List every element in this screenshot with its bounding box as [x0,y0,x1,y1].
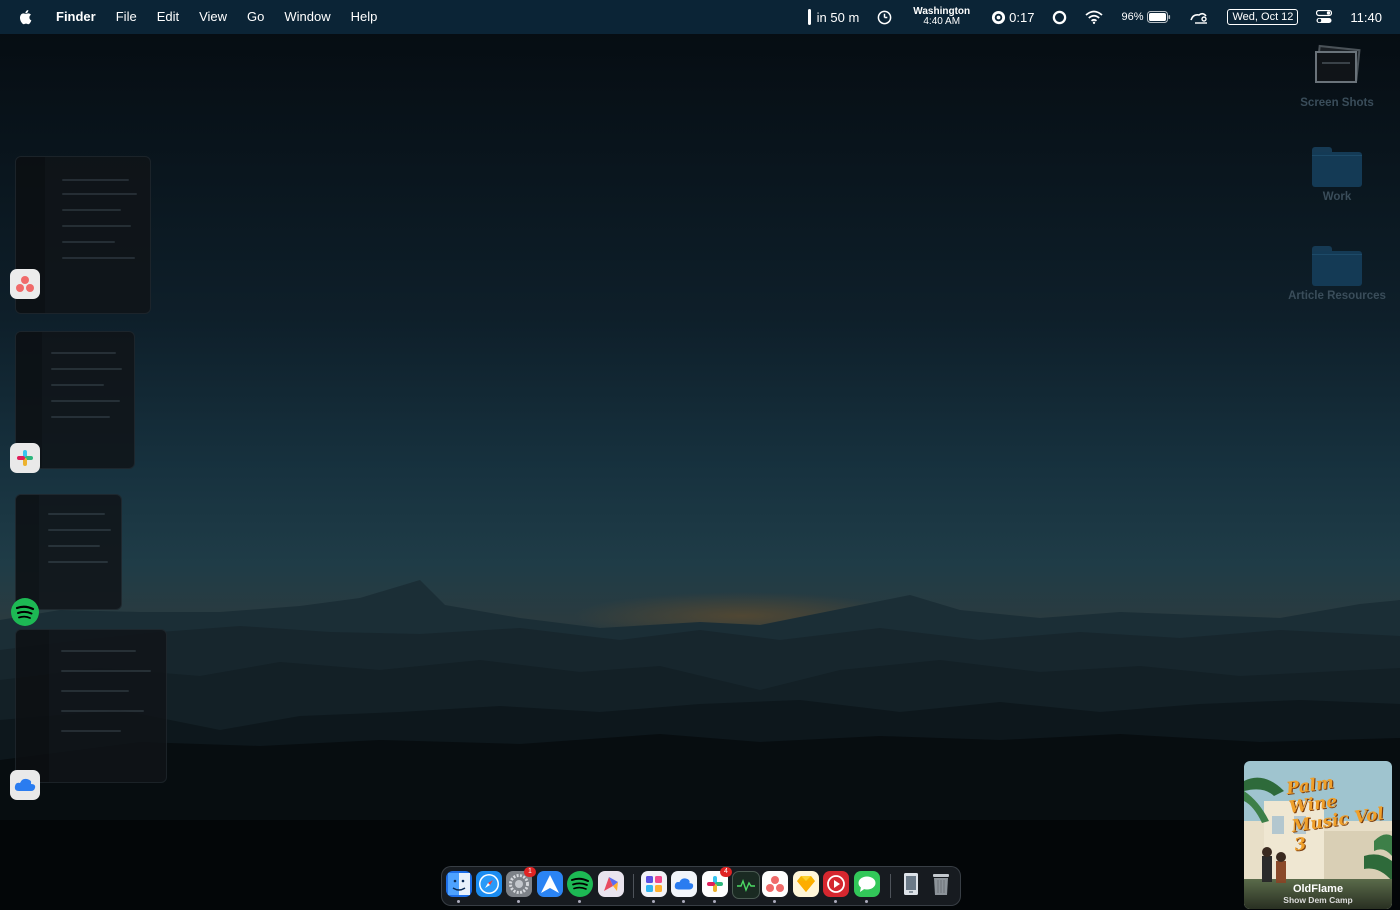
dock-spotify[interactable] [567,871,593,903]
dock-safari[interactable] [476,871,502,897]
desktop-icon-article-resources[interactable]: Article Resources [1282,246,1392,302]
weather-icon [1190,12,1208,24]
desktop-icon-label: Work [1322,191,1352,203]
desktop-wallpaper [0,0,1400,910]
menu-file[interactable]: File [106,0,147,34]
calendar-next-text: in 50 m [816,9,860,25]
finder-icon [448,873,470,895]
calendar-bar-icon [807,9,811,25]
window-thumbnail [15,494,122,610]
date-display[interactable]: Wed, Oct 12 [1227,9,1299,25]
clock-status[interactable] [877,10,892,25]
spotify-icon [571,877,589,890]
desktop-icon-screen-shots[interactable]: Screen Shots [1282,44,1392,109]
menu-window[interactable]: Window [274,0,340,34]
now-playing-widget[interactable]: Palm Wine Music Vol 3 OldFlame Show Dem … [1244,761,1392,909]
album-art-title: Palm Wine Music Vol 3 [1285,772,1386,856]
menu-edit[interactable]: Edit [147,0,189,34]
dock-slack[interactable]: 4 [702,867,732,903]
folder-icon [1312,147,1362,187]
menu-clock-time[interactable]: 11:40 [1350,10,1382,25]
activity-monitor-icon [737,878,755,892]
spotify-icon [10,597,40,627]
sketch-icon [797,876,815,892]
screenshot-folder-icon [1315,44,1361,83]
notification-badge: 1 [524,867,536,877]
menu-view[interactable]: View [189,0,237,34]
world-clock[interactable]: Washington 4:40 AM [913,7,970,27]
dock-craft[interactable] [598,871,624,897]
screen-recorder-icon [827,875,845,893]
desktop-icon-work[interactable]: Work [1282,147,1392,203]
apple-menu-icon[interactable] [18,9,32,25]
circle-status-icon [1053,10,1067,24]
safari-icon [479,874,499,894]
wifi-status[interactable] [1085,10,1104,24]
control-center-icon [1316,10,1333,23]
desktop-icon-label: Screen Shots [1300,97,1374,109]
dock-activity-monitor[interactable] [732,871,760,899]
folder-icon [1312,246,1362,286]
dock-notion-calendar[interactable] [641,871,667,903]
icloud-icon [674,878,694,890]
notification-badge: 4 [720,867,732,877]
now-playing-caption: OldFlame Show Dem Camp [1244,879,1392,909]
track-title: OldFlame [1292,883,1344,895]
clock-icon [877,10,892,24]
dock-icloud[interactable] [671,871,697,903]
messages-icon [858,876,876,892]
focus-status[interactable] [1052,10,1067,25]
battery-status[interactable]: 96% [1121,11,1171,23]
menu-go[interactable]: Go [237,0,274,34]
notion-calendar-icon [646,876,662,892]
weather-status[interactable] [1189,10,1209,24]
dock-messages[interactable] [854,871,880,903]
menu-help[interactable]: Help [341,0,388,34]
dock-sketch[interactable] [793,871,819,897]
timer-status[interactable]: 0:17 [991,10,1034,25]
control-center[interactable] [1316,10,1333,24]
calendar-next-event[interactable]: in 50 m [807,9,860,25]
dock-trash[interactable] [928,871,954,897]
slack-icon [10,443,40,473]
dock: 1 4 [441,866,961,906]
dock-system-settings[interactable]: 1 [506,867,536,903]
dock-asana[interactable] [762,871,788,903]
craft-icon [604,877,618,891]
icloud-icon [10,770,40,800]
dock-preview[interactable] [898,871,924,897]
slack-icon [707,876,723,892]
wifi-icon [1085,10,1104,24]
spark-mail-icon [541,875,559,893]
trash-icon [933,874,949,895]
window-thumbnail [15,629,167,783]
battery-percent: 96% [1121,11,1144,23]
asana-icon [766,876,784,892]
timer-icon [992,10,1006,24]
dock-spark-mail[interactable] [537,871,563,897]
menu-bar: Finder File Edit View Go Window Help in … [0,0,1400,34]
track-artist: Show Dem Camp [1283,895,1353,905]
asana-icon [10,269,40,299]
preview-icon [904,873,918,895]
dock-screen-recorder[interactable] [823,871,849,903]
world-clock-time: 4:40 AM [923,16,961,27]
timer-value: 0:17 [1009,9,1035,25]
desktop-icon-label: Article Resources [1288,290,1386,302]
dock-finder[interactable] [446,871,472,903]
menu-app-name[interactable]: Finder [46,0,106,34]
battery-icon [1147,11,1171,23]
